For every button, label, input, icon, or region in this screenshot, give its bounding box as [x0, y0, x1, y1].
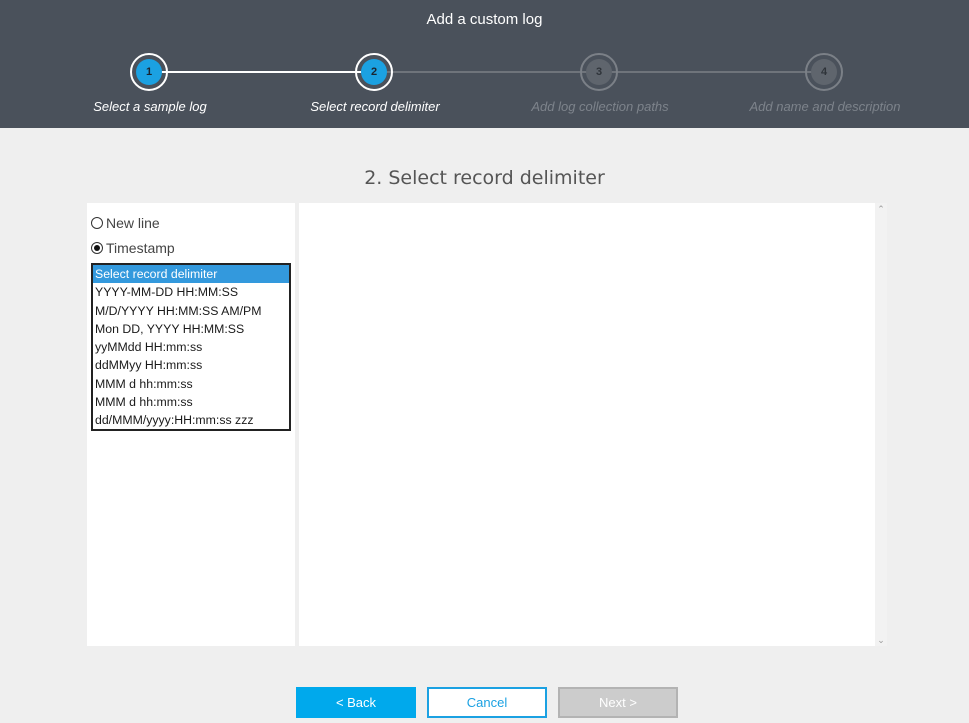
- new-line-option[interactable]: New line: [91, 215, 160, 231]
- new-line-radio[interactable]: [91, 217, 103, 229]
- step-4-indicator: 4: [805, 53, 843, 91]
- step-3-indicator: 3: [580, 53, 618, 91]
- log-preview-panel[interactable]: ⌃ ⌄: [299, 203, 887, 646]
- delimiter-options-panel: New line Timestamp Select record delimit…: [87, 203, 295, 646]
- delimiter-list-item[interactable]: YYYY-MM-DD HH:MM:SS: [93, 283, 289, 301]
- delimiter-list-item[interactable]: M/D/YYYY HH:MM:SS AM/PM: [93, 302, 289, 320]
- step-4-label: Add name and description: [749, 99, 901, 114]
- delimiter-list-item[interactable]: yyMMdd HH:mm:ss: [93, 338, 289, 356]
- wizard-title: Add a custom log: [426, 11, 543, 28]
- delimiter-list-item[interactable]: Select record delimiter: [93, 265, 289, 284]
- new-line-label: New line: [106, 215, 160, 231]
- next-button[interactable]: Next >: [558, 687, 678, 718]
- preview-scrollbar[interactable]: ⌃ ⌄: [875, 203, 887, 646]
- timestamp-option[interactable]: Timestamp: [91, 240, 175, 256]
- delimiter-list-item[interactable]: Mon DD, YYYY HH:MM:SS: [93, 320, 289, 338]
- scroll-up-icon[interactable]: ⌃: [875, 203, 887, 215]
- step-2-indicator[interactable]: 2: [355, 53, 393, 91]
- step-1-indicator[interactable]: 1: [130, 53, 168, 91]
- timestamp-radio[interactable]: [91, 242, 103, 254]
- timestamp-label: Timestamp: [106, 240, 175, 256]
- step-4-number: 4: [811, 59, 837, 85]
- step-2-number: 2: [361, 59, 387, 85]
- delimiter-list-item[interactable]: dd/MMM/yyyy:HH:mm:ss zzz: [93, 411, 289, 429]
- delimiter-list-item[interactable]: ddMMyy HH:mm:ss: [93, 356, 289, 374]
- delimiter-list-item[interactable]: MMM d hh:mm:ss: [93, 375, 289, 393]
- cancel-button[interactable]: Cancel: [427, 687, 547, 718]
- progress-track-completed: [149, 71, 375, 73]
- step-3-number: 3: [586, 59, 612, 85]
- step-1-number: 1: [136, 59, 162, 85]
- step-1-label[interactable]: Select a sample log: [40, 99, 260, 114]
- scroll-down-icon[interactable]: ⌄: [875, 634, 887, 646]
- delimiter-listbox[interactable]: Select record delimiter YYYY-MM-DD HH:MM…: [91, 263, 291, 431]
- step-2-label[interactable]: Select record delimiter: [265, 99, 485, 114]
- wizard-header: Add a custom log 1 2 3 4 Select a sample…: [0, 0, 969, 128]
- back-button[interactable]: < Back: [296, 687, 416, 718]
- step-3-label: Add log collection paths: [531, 99, 669, 114]
- section-title: 2. Select record delimiter: [364, 167, 605, 189]
- delimiter-list-item[interactable]: MMM d hh:mm:ss: [93, 393, 289, 411]
